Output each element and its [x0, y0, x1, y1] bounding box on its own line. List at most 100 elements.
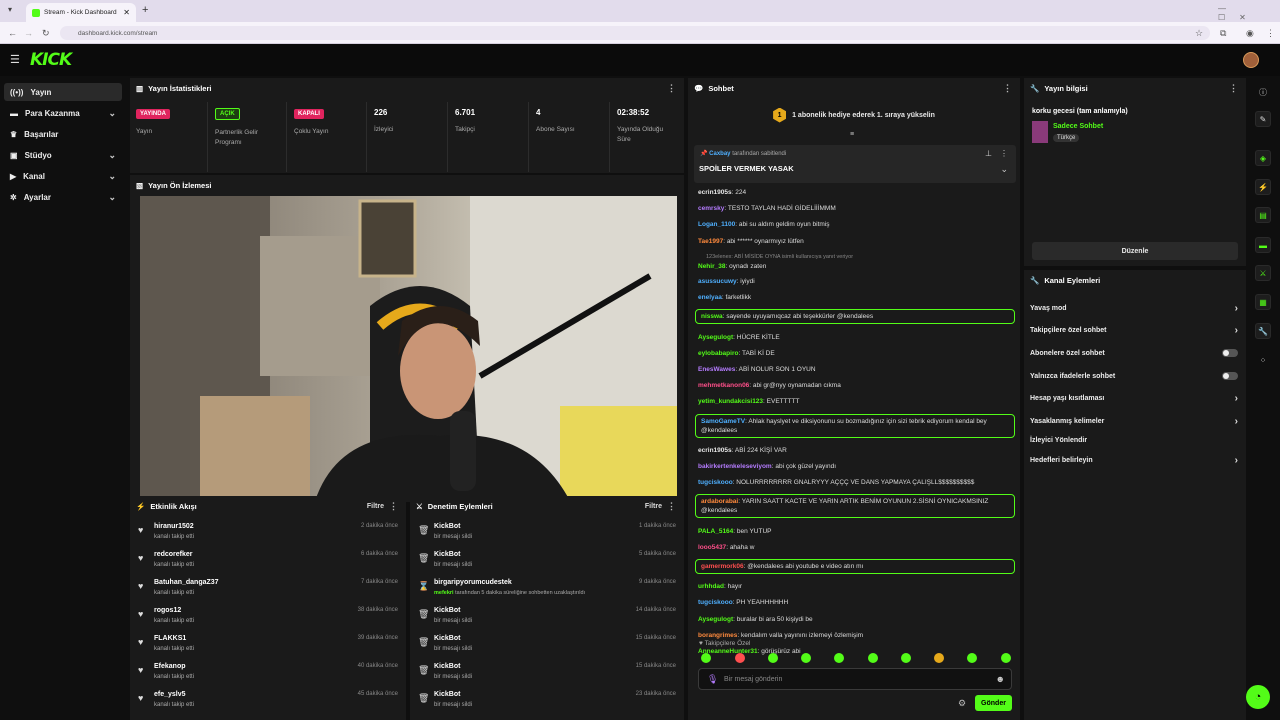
chat-username[interactable]: looo5437 — [698, 544, 726, 551]
emote-icon[interactable] — [901, 653, 911, 663]
emote-icon[interactable] — [868, 653, 878, 663]
chat-username[interactable]: eylobabapiro — [698, 350, 738, 357]
sidebar-item-studyo[interactable]: ▣ Stüdyo ⌄ — [4, 146, 122, 164]
chat-input[interactable]: 🎙 Bir mesaj gönderin ☻ — [698, 668, 1012, 690]
account-age-row[interactable]: Hesap yaşı kısıtlaması › — [1030, 390, 1242, 406]
microphone-icon[interactable]: 🎙 — [707, 674, 718, 685]
followers-only-row[interactable]: Takipçilere özel sohbet › — [1030, 322, 1242, 338]
browser-tab[interactable]: Stream - Kick Dashboard ✕ — [26, 3, 136, 22]
chevron-right-icon: › — [1234, 454, 1238, 466]
emote-icon[interactable] — [834, 653, 844, 663]
chat-username[interactable]: bakirkertenkeleseviyom — [698, 463, 772, 470]
info-icon[interactable]: ⓘ — [1255, 84, 1271, 100]
subscribers-only-toggle[interactable] — [1222, 349, 1238, 357]
chat-username[interactable]: nisswa — [701, 313, 723, 320]
chat-username[interactable]: Tae1997 — [698, 238, 723, 245]
unpin-icon[interactable]: ⊥ — [985, 149, 992, 158]
category-name[interactable]: Sadece Sohbet — [1053, 123, 1103, 130]
sidebar-item-basarilar[interactable]: ♛ Başarılar — [4, 125, 122, 143]
chat-username[interactable]: tugciskooo — [698, 479, 733, 486]
raid-row[interactable]: İzleyici Yönlendir — [1030, 432, 1242, 448]
sidebar-item-ayarlar[interactable]: ✲ Ayarlar ⌄ — [4, 188, 122, 206]
chat-username[interactable]: Logan_1100 — [698, 221, 735, 228]
chevron-down-icon[interactable]: ⌄ — [1000, 164, 1008, 175]
chat-text: farketlikk — [725, 294, 752, 302]
chat-username[interactable]: urhhdad — [698, 583, 724, 590]
chat-username[interactable]: mehmetkanon06 — [698, 382, 749, 389]
chat-widget-icon[interactable]: ▬ — [1255, 237, 1271, 253]
slow-mode-row[interactable]: Yavaş mod › — [1030, 300, 1242, 316]
grid-widget-icon[interactable]: ▦ — [1255, 294, 1271, 310]
emote-icon[interactable] — [801, 653, 811, 663]
chat-username[interactable]: Aysegulogt — [698, 334, 733, 341]
chat-username[interactable]: asussucuwy — [698, 278, 737, 285]
more-options-icon[interactable]: ⋮ — [1000, 149, 1008, 158]
emote-icon[interactable] — [1001, 653, 1011, 663]
emotes-only-toggle[interactable] — [1222, 372, 1238, 380]
moderation-filter-button[interactable]: Filtre — [645, 503, 662, 510]
chat-username[interactable]: SamoGameTV — [701, 418, 745, 425]
help-chat-icon[interactable]: ◔ — [1246, 685, 1270, 709]
tab-title: Stream - Kick Dashboard — [44, 9, 117, 16]
chat-username[interactable]: Nehir_38 — [698, 263, 725, 270]
stream-preview-video[interactable] — [140, 196, 677, 501]
chat-username[interactable]: yetim_kundakcisi123 — [698, 398, 763, 405]
browser-menu-icon[interactable]: ⋮ — [1266, 26, 1275, 40]
lightning-widget-icon[interactable]: ⚡ — [1255, 179, 1271, 195]
close-tab-icon[interactable]: ✕ — [123, 8, 130, 17]
stats-widget-icon[interactable]: ◈ — [1255, 150, 1271, 166]
document-widget-icon[interactable]: ▤ — [1255, 207, 1271, 223]
emote-icon[interactable] — [967, 653, 977, 663]
chat-settings-icon[interactable]: ⚙ — [958, 698, 966, 709]
chat-username[interactable]: Aysegulogt — [698, 616, 733, 623]
filter-lines-icon[interactable]: ≡ — [850, 131, 854, 138]
sidebar-item-kanal[interactable]: ▶ Kanal ⌄ — [4, 167, 122, 185]
chat-username[interactable]: ardaborabai — [701, 498, 738, 505]
sword-widget-icon[interactable]: ⚔ — [1255, 265, 1271, 281]
extensions-icon[interactable]: ⧉ — [1220, 26, 1226, 40]
chat-username[interactable]: tugciskooo — [698, 599, 733, 606]
profile-icon[interactable]: ◉ — [1246, 26, 1254, 40]
bookmark-star-icon[interactable]: ☆ — [1195, 26, 1203, 40]
gift-sub-banner[interactable]: 1 1 abonelik hediye ederek 1. sıraya yük… — [688, 100, 1020, 130]
pencil-icon[interactable]: ✎ — [1255, 111, 1271, 127]
kick-logo[interactable]: KICK — [30, 50, 72, 70]
emote-icon[interactable] — [934, 653, 944, 663]
emoji-picker-icon[interactable]: ☻ — [996, 674, 1005, 684]
activity-filter-button[interactable]: Filtre — [367, 503, 384, 510]
more-options-icon[interactable]: ⋮ — [1003, 83, 1012, 94]
goals-row[interactable]: Hedefleri belirleyin › — [1030, 452, 1242, 468]
sidebar-item-para-kazanma[interactable]: ▬ Para Kazanma ⌄ — [4, 104, 122, 122]
chat-username[interactable]: enelyaa — [698, 294, 722, 301]
edit-button[interactable]: Düzenle — [1032, 242, 1238, 260]
tab-search-icon[interactable]: ▾ — [8, 5, 12, 14]
new-tab-icon[interactable]: + — [142, 4, 148, 16]
more-options-icon[interactable]: ⋮ — [667, 501, 676, 512]
hamburger-menu-icon[interactable]: ☰ — [10, 53, 20, 66]
chat-username[interactable]: PALA_5164 — [698, 528, 733, 535]
banned-words-row[interactable]: Yasaklanmış kelimeler › — [1030, 413, 1242, 429]
forward-icon[interactable]: → — [24, 26, 33, 40]
reload-icon[interactable]: ↻ — [42, 26, 50, 40]
emote-icon[interactable] — [701, 653, 711, 663]
sidebar-item-yayin[interactable]: ((•)) Yayın — [4, 83, 122, 101]
chat-username[interactable]: EnesWawes — [698, 366, 735, 373]
more-options-icon[interactable]: ⋮ — [389, 501, 398, 512]
window-controls[interactable]: —☐✕ — [1218, 4, 1280, 22]
more-options-icon[interactable]: ⋮ — [1229, 83, 1238, 94]
add-widget-icon[interactable]: ⁘ — [1255, 352, 1271, 368]
chat-username[interactable]: borangrimes — [698, 632, 737, 639]
chat-username[interactable]: ecrin1905s — [698, 447, 732, 454]
back-icon[interactable]: ← — [8, 26, 17, 40]
more-options-icon[interactable]: ⋮ — [667, 83, 676, 94]
chat-username[interactable]: cemrsky — [698, 205, 724, 212]
chevron-down-icon: ⌄ — [108, 149, 116, 160]
wrench-widget-icon[interactable]: 🔧 — [1255, 323, 1271, 339]
user-avatar[interactable] — [1243, 52, 1259, 68]
chat-username[interactable]: gamermork06 — [701, 563, 744, 570]
send-button[interactable]: Gönder — [975, 695, 1012, 711]
emote-icon[interactable] — [768, 653, 778, 663]
url-input[interactable]: dashboard.kick.com/stream — [60, 26, 1210, 40]
chat-username[interactable]: ecrin1905s — [698, 189, 732, 196]
emote-icon[interactable] — [735, 653, 745, 663]
